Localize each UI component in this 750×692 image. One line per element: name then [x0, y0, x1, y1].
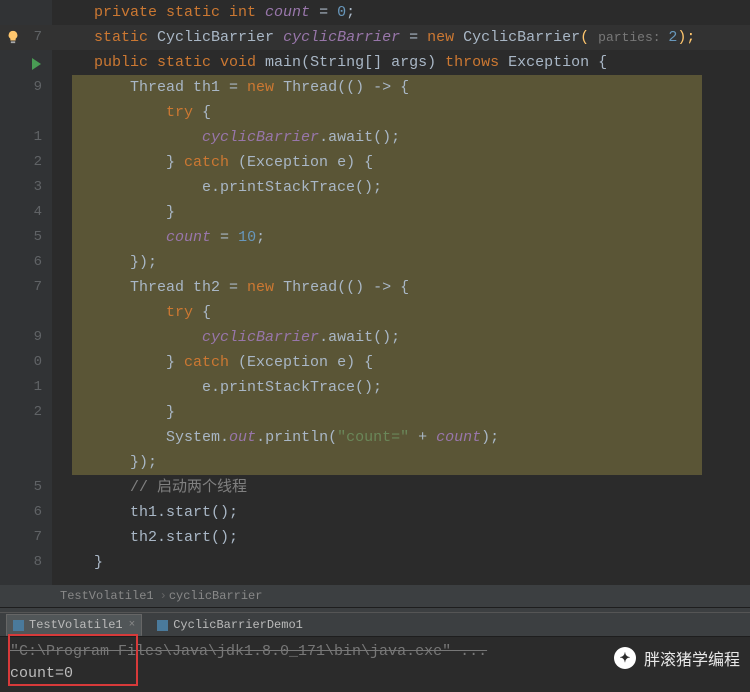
run-gutter-icon[interactable]: [32, 58, 41, 70]
line-num: 0: [34, 354, 42, 370]
code-editor[interactable]: 7 9 1 2 3 4 5 6 7 9 0 1 2 5 6 7 8 privat…: [0, 0, 750, 585]
code-line[interactable]: private static int count = 0;: [52, 0, 750, 25]
code-line[interactable]: Thread th1 = new Thread(() -> {: [52, 75, 750, 100]
code-line[interactable]: count = 10;: [52, 225, 750, 250]
line-num: 8: [34, 554, 42, 570]
line-num: 1: [34, 129, 42, 145]
close-icon[interactable]: ×: [129, 619, 136, 631]
intention-bulb-icon[interactable]: [6, 29, 20, 43]
code-line[interactable]: System.out.println("count=" + count);: [52, 425, 750, 450]
code-line[interactable]: th1.start();: [52, 500, 750, 525]
line-num: 9: [34, 79, 42, 95]
run-config-icon: [13, 620, 24, 631]
code-line[interactable]: cyclicBarrier.await();: [52, 125, 750, 150]
gutter: 7 9 1 2 3 4 5 6 7 9 0 1 2 5 6 7 8: [0, 0, 52, 585]
line-num: 1: [34, 379, 42, 395]
code-line[interactable]: static CyclicBarrier cyclicBarrier = new…: [52, 25, 750, 50]
line-num: 2: [34, 154, 42, 170]
line-num: 7: [34, 279, 42, 295]
code-line[interactable]: }: [52, 200, 750, 225]
watermark-text: 胖滚猪学编程: [644, 646, 740, 670]
breadcrumb-item[interactable]: cyclicBarrier: [169, 589, 263, 603]
line-num: 6: [34, 254, 42, 270]
code-line[interactable]: });: [52, 250, 750, 275]
code-line[interactable]: }: [52, 400, 750, 425]
run-tab-label: CyclicBarrierDemo1: [173, 618, 303, 632]
line-num: 4: [34, 204, 42, 220]
code-line[interactable]: try {: [52, 100, 750, 125]
code-line[interactable]: e.printStackTrace();: [52, 175, 750, 200]
run-config-icon: [157, 620, 168, 631]
line-num: 9: [34, 329, 42, 345]
breadcrumb[interactable]: TestVolatile1 › cyclicBarrier: [0, 585, 750, 607]
code-line[interactable]: Thread th2 = new Thread(() -> {: [52, 275, 750, 300]
run-tab-testvolatile1[interactable]: TestVolatile1 ×: [6, 614, 142, 636]
code-line[interactable]: } catch (Exception e) {: [52, 350, 750, 375]
line-num: 2: [34, 404, 42, 420]
code-line[interactable]: } catch (Exception e) {: [52, 150, 750, 175]
watermark: ✦ 胖滚猪学编程: [614, 646, 740, 670]
run-tabs: TestVolatile1 × CyclicBarrierDemo1: [0, 613, 750, 637]
run-tab-cyclicbarrierdemo1[interactable]: CyclicBarrierDemo1: [150, 614, 310, 636]
run-tab-label: TestVolatile1: [29, 618, 123, 632]
line-num: 7: [34, 529, 42, 545]
line-num: 5: [34, 229, 42, 245]
line-num: 5: [34, 479, 42, 495]
line-num: 6: [34, 504, 42, 520]
code-line[interactable]: });: [52, 450, 750, 475]
code-line[interactable]: cyclicBarrier.await();: [52, 325, 750, 350]
chevron-right-icon: ›: [160, 589, 167, 603]
code-line[interactable]: public static void main(String[] args) t…: [52, 50, 750, 75]
code-line[interactable]: th2.start();: [52, 525, 750, 550]
code-line[interactable]: try {: [52, 300, 750, 325]
code-area[interactable]: private static int count = 0; static Cyc…: [52, 0, 750, 585]
code-line[interactable]: e.printStackTrace();: [52, 375, 750, 400]
line-num: 3: [34, 179, 42, 195]
code-line[interactable]: // 启动两个线程: [52, 475, 750, 500]
breadcrumb-item[interactable]: TestVolatile1: [60, 589, 154, 603]
wechat-icon: ✦: [614, 647, 636, 669]
line-num: 7: [34, 29, 42, 45]
code-line[interactable]: }: [52, 550, 750, 575]
